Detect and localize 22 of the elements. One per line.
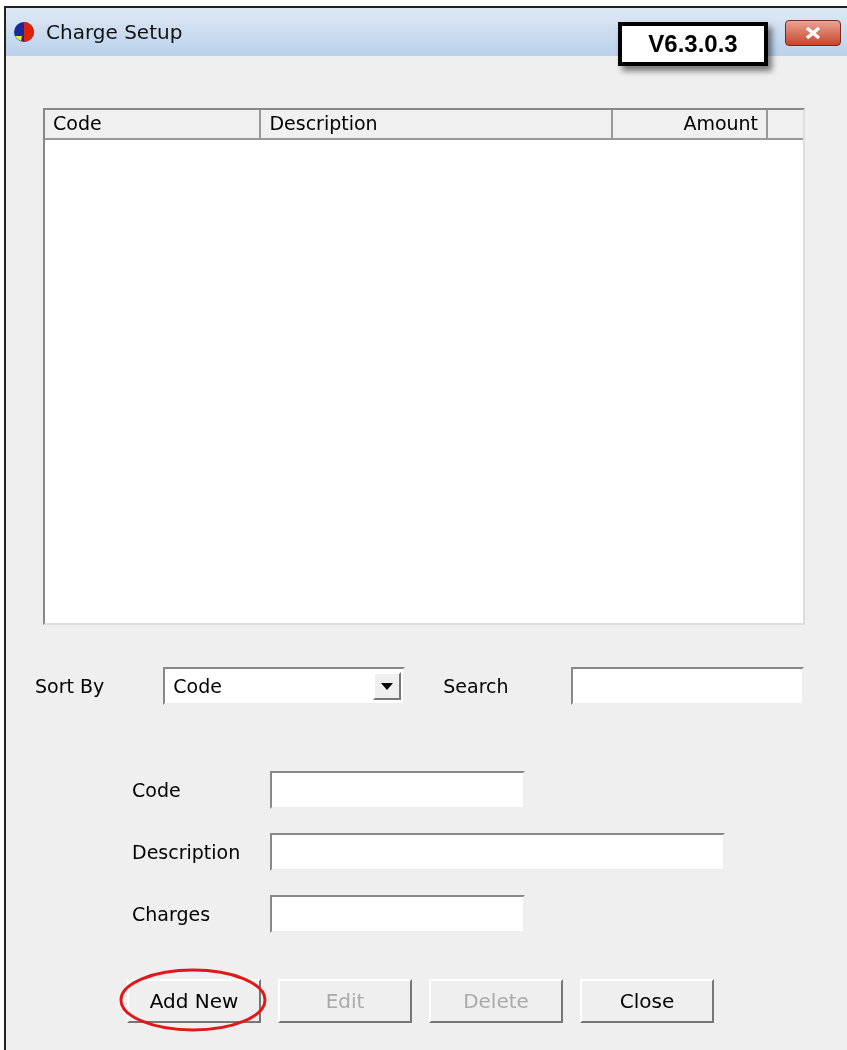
action-button[interactable]: Add New (127, 979, 261, 1023)
column-header[interactable]: Code (45, 110, 262, 140)
column-header[interactable]: Description (261, 110, 614, 140)
field-label: Code (132, 779, 182, 801)
close-button[interactable] (785, 20, 841, 46)
input-field[interactable] (270, 833, 725, 871)
column-header[interactable] (768, 110, 803, 140)
field-label: Charges (132, 903, 212, 925)
input-field[interactable] (270, 895, 525, 933)
field-label: Description (132, 841, 242, 863)
action-button[interactable]: Close (580, 979, 714, 1023)
window-title: Charge Setup (46, 20, 183, 44)
field-label: Sort By (35, 675, 105, 697)
close-icon (804, 26, 822, 40)
version-badge: V6.3.0.3 (618, 22, 768, 66)
search-field[interactable] (571, 667, 805, 705)
column-header[interactable]: Amount (613, 110, 769, 140)
app-icon (12, 20, 36, 44)
field-label: Search (443, 675, 510, 697)
caret-icon (381, 682, 394, 690)
input-field[interactable] (270, 771, 525, 809)
sort-dropdown[interactable]: Code (163, 667, 406, 705)
